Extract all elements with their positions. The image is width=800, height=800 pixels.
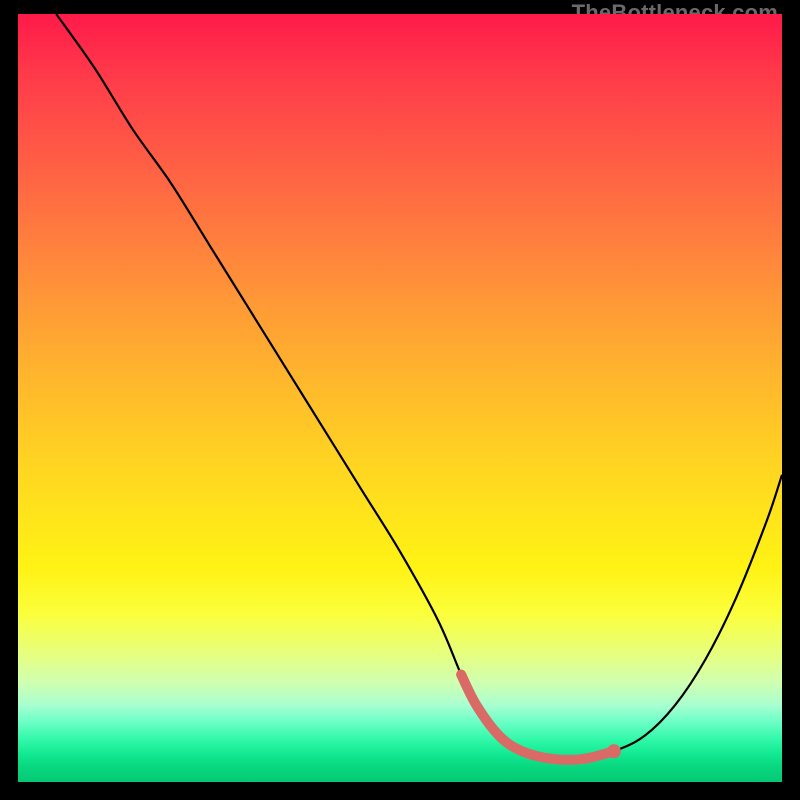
optimal-end-dot	[607, 744, 621, 758]
bottleneck-curve	[56, 14, 782, 760]
optimal-range-highlight	[461, 674, 614, 759]
chart-svg	[18, 14, 782, 782]
chart-frame: TheBottleneck.com	[18, 14, 782, 782]
